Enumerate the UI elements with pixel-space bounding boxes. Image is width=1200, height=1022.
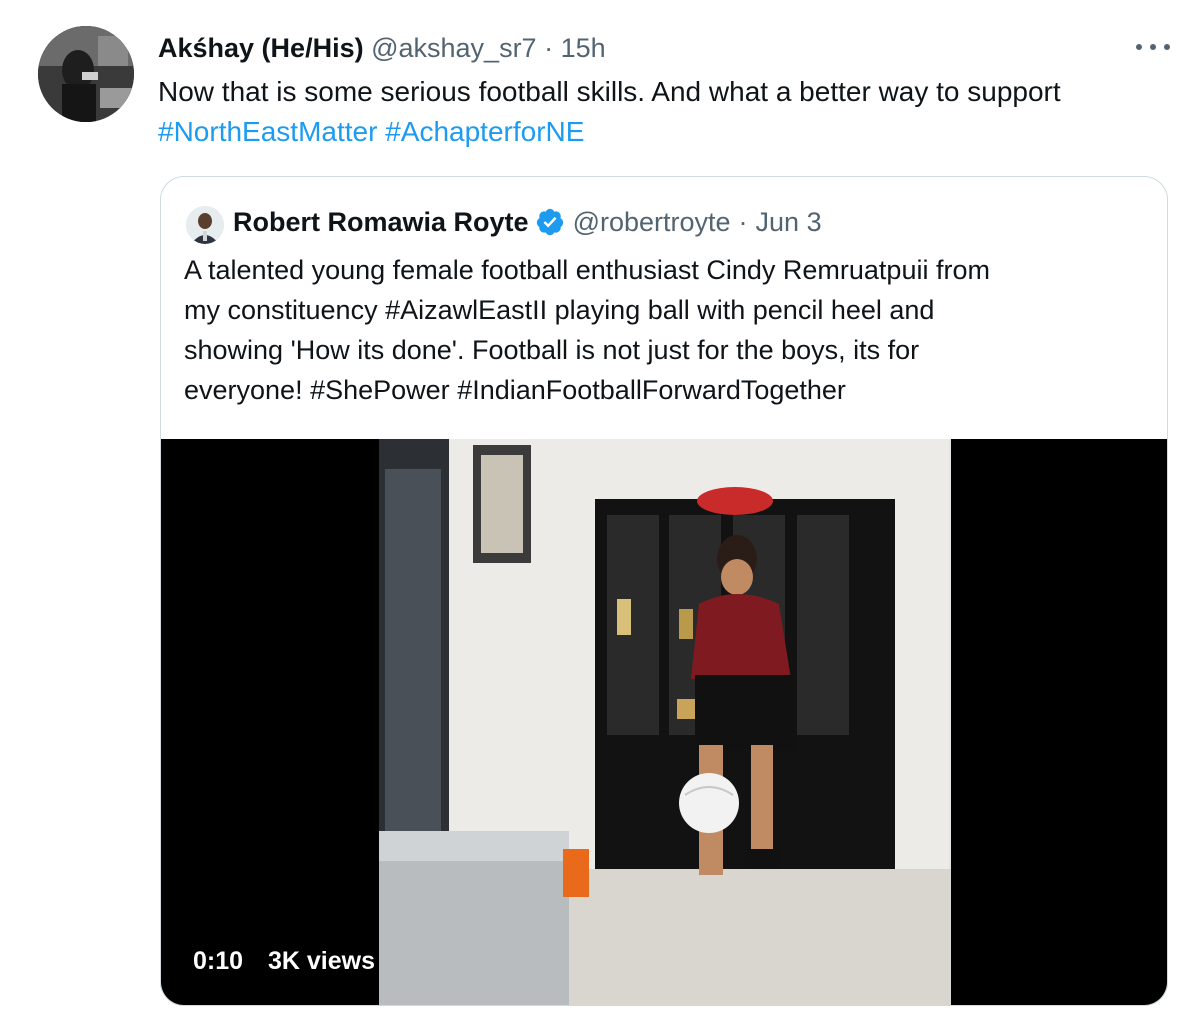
quoted-text-line: A talented young female football enthusi… xyxy=(184,255,990,285)
quoted-author-name[interactable]: Robert Romawia Royte xyxy=(233,204,529,240)
author-name[interactable]: Akśhay (He/His) xyxy=(158,33,364,63)
quoted-text-line: showing 'How its done'. Football is not … xyxy=(184,335,920,365)
video-duration: 0:10 xyxy=(193,947,244,975)
quoted-avatar-image xyxy=(186,206,224,244)
time-separator: · xyxy=(544,33,554,63)
video-player[interactable]: 0:10 3K views xyxy=(161,439,1167,1005)
quoted-author-handle[interactable]: @robertroyte xyxy=(573,204,731,240)
quoted-hashtag[interactable]: #AizawlEastII xyxy=(385,295,547,325)
date-separator: · xyxy=(738,207,748,237)
quoted-hashtag[interactable]: #ShePower xyxy=(310,375,450,405)
more-dot xyxy=(1164,44,1170,50)
quoted-tweet-date[interactable]: Jun 3 xyxy=(756,204,822,240)
more-dot xyxy=(1136,44,1142,50)
quoted-tweet-card[interactable]: Robert Romawia Royte @robertroyte · Jun … xyxy=(160,176,1168,1006)
video-views: 3K views xyxy=(268,947,376,975)
more-options-icon[interactable] xyxy=(1136,34,1170,60)
quoted-text-line: my constituency xyxy=(184,295,386,325)
video-thumbnail xyxy=(379,439,951,1005)
author-avatar[interactable] xyxy=(38,26,134,122)
quoted-text-line: playing ball with pencil heel and xyxy=(547,295,935,325)
quoted-hashtag[interactable]: #IndianFootballForwardTogether xyxy=(457,375,846,405)
quoted-author-line: Robert Romawia Royte @robertroyte · Jun … xyxy=(233,204,822,240)
author-handle[interactable]: @akshay_sr7 xyxy=(371,33,536,63)
quoted-text-line: everyone! xyxy=(184,375,311,405)
verified-badge-icon xyxy=(535,207,565,237)
hashtag-link[interactable]: #AchapterforNE xyxy=(385,116,584,147)
tweet-body: Now that is some serious football skills… xyxy=(158,76,1061,107)
hashtag-link[interactable]: #NorthEastMatter xyxy=(158,116,377,147)
quoted-author-avatar[interactable] xyxy=(186,206,224,244)
tweet-time[interactable]: 15h xyxy=(561,33,606,63)
author-avatar-image xyxy=(38,26,134,122)
video-info: 0:10 3K views xyxy=(193,947,393,976)
tweet-author-line: Akśhay (He/His) @akshay_sr7 · 15h xyxy=(158,30,606,66)
more-dot xyxy=(1150,44,1156,50)
quoted-tweet-text: A talented young female football enthusi… xyxy=(184,250,1144,410)
tweet-text: Now that is some serious football skills… xyxy=(158,72,1188,152)
